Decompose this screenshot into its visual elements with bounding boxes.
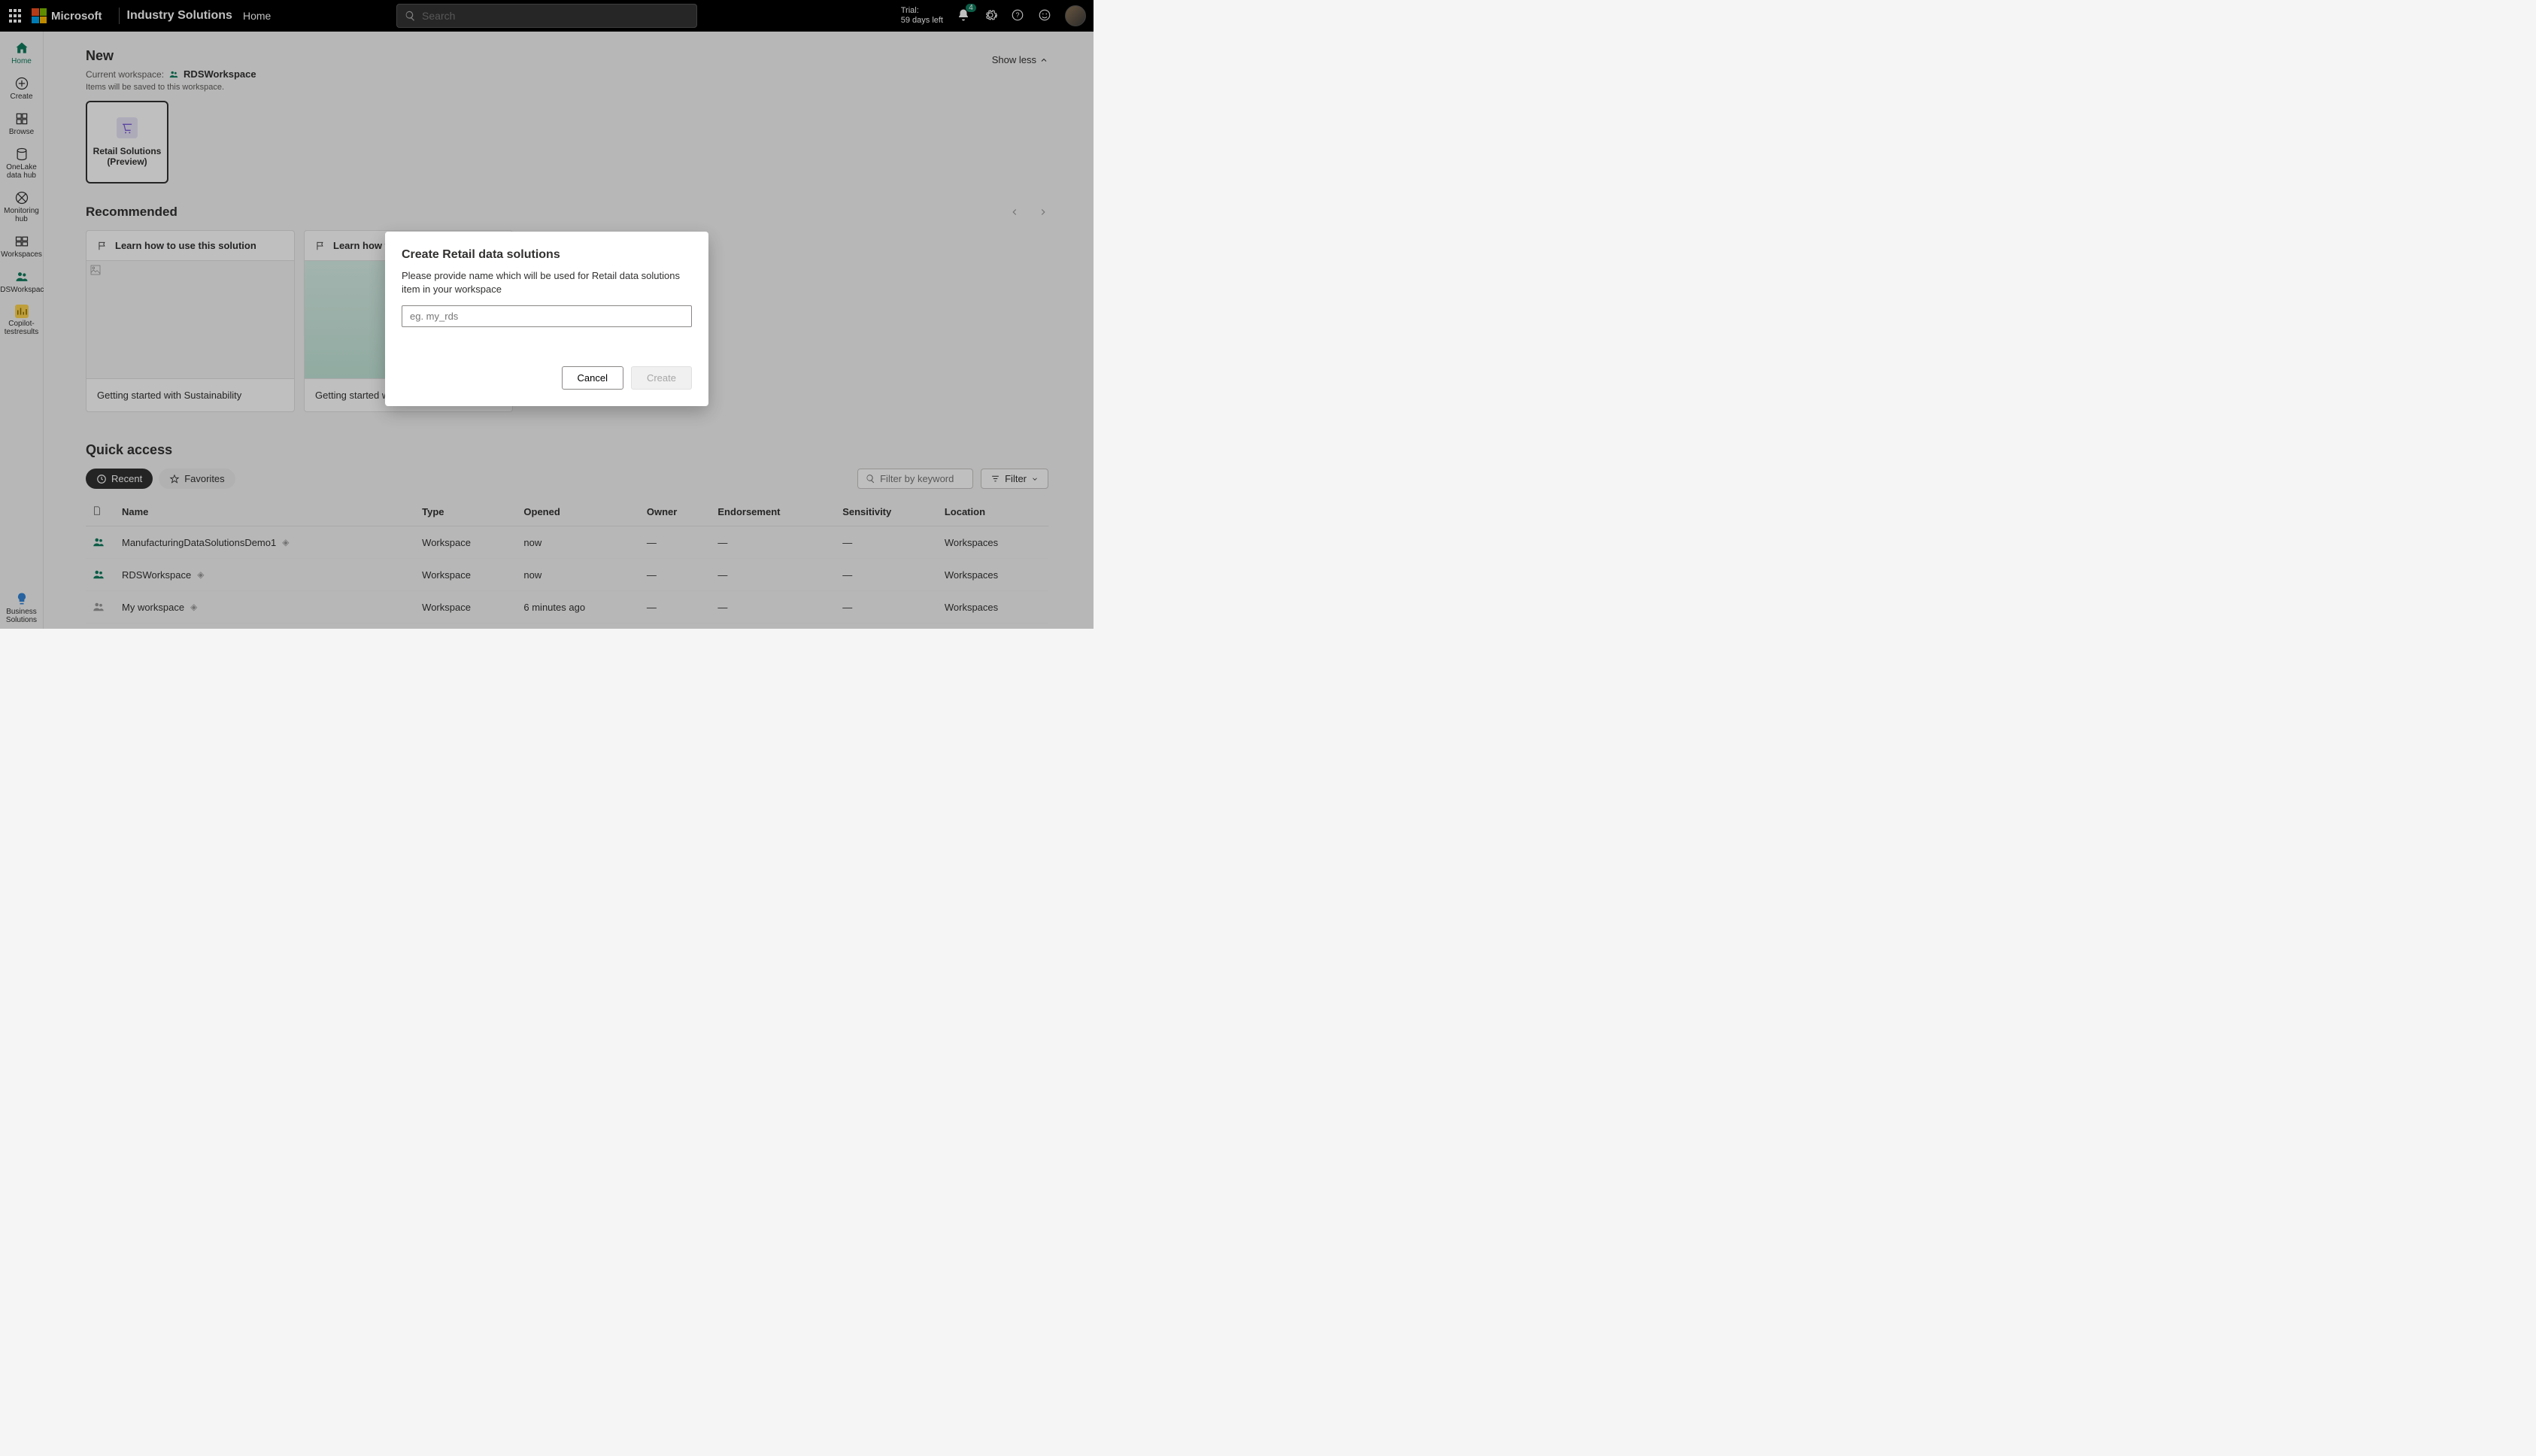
create-retail-dialog: Create Retail data solutions Please prov…: [385, 232, 708, 406]
create-button[interactable]: Create: [631, 366, 692, 390]
cancel-button[interactable]: Cancel: [562, 366, 623, 390]
dialog-name-input[interactable]: [402, 305, 692, 327]
dialog-title: Create Retail data solutions: [402, 248, 692, 262]
dialog-description: Please provide name which will be used f…: [402, 269, 692, 296]
